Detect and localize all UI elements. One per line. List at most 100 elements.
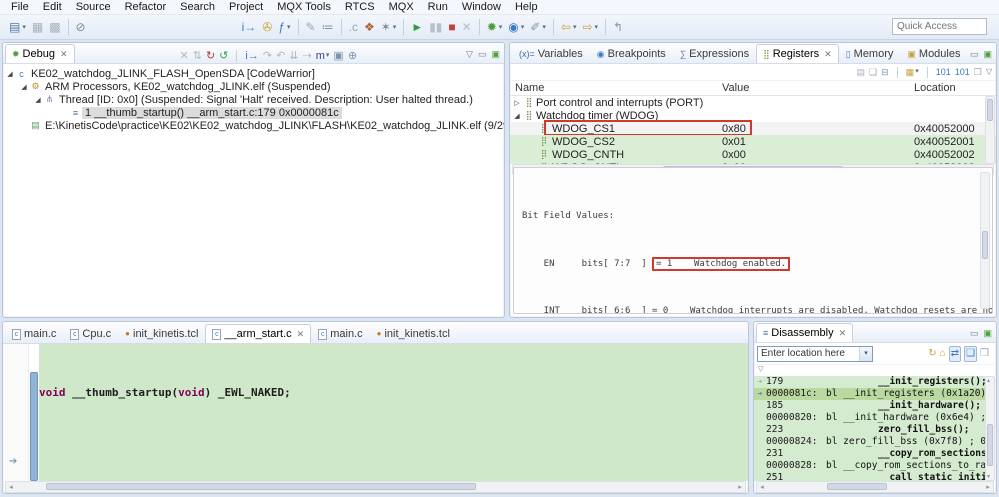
registers-vscrollbar[interactable] bbox=[985, 96, 995, 164]
close-icon[interactable]: ✕ bbox=[839, 328, 847, 339]
disassembly-listing[interactable]: ➔ 179 __init_registers(); ➔ 0000081c: bl… bbox=[754, 376, 985, 481]
toolbar-icon[interactable]: ❖ bbox=[361, 18, 378, 36]
disassembly-line[interactable]: 00000820: bl __init_hardware (0x6e4) ; 0 bbox=[754, 412, 985, 424]
minimize-icon[interactable]: ▭ bbox=[970, 49, 979, 60]
disassembly-toolbar-icon[interactable]: ❐ bbox=[980, 347, 989, 361]
maximize-icon[interactable]: ▣ bbox=[983, 328, 992, 339]
quick-access-input[interactable] bbox=[892, 18, 987, 35]
scroll-right-icon[interactable]: ▸ bbox=[735, 483, 745, 491]
view-tab[interactable]: ∑ Expressions bbox=[673, 44, 756, 63]
toolbar-icon[interactable]: ✶ ▾ bbox=[378, 18, 400, 36]
menu-item[interactable]: Edit bbox=[36, 0, 69, 15]
debug-toolbar-icon[interactable]: ✕ bbox=[180, 49, 189, 63]
editor-tab[interactable]: ● init_kinetis.tcl bbox=[370, 324, 457, 343]
maximize-icon[interactable]: ▣ bbox=[491, 49, 500, 60]
debug-tree-row[interactable]: ◢ ⚙ ARM Processors, KE02_watchdog_JLINK.… bbox=[3, 80, 504, 93]
register-row[interactable]: ▷ ⣿ Port control and interrupts (PORT) bbox=[510, 96, 996, 109]
view-tab[interactable]: ▯ Memory bbox=[839, 44, 901, 63]
menu-item[interactable]: Help bbox=[508, 0, 545, 15]
menu-item[interactable]: MQX bbox=[382, 0, 421, 15]
registers-toolbar-icon[interactable]: ▤ bbox=[857, 65, 866, 79]
disassembly-line[interactable]: 223 zero_fill_bss(); bbox=[754, 424, 985, 436]
registers-toolbar-icon[interactable]: ⊟ bbox=[881, 65, 889, 79]
breadcrumb-toggle[interactable]: ▽ bbox=[754, 365, 996, 375]
editor-tab[interactable]: ● init_kinetis.tcl bbox=[118, 324, 205, 343]
scroll-left-icon[interactable]: ◂ bbox=[757, 483, 767, 491]
debug-tree-row[interactable]: ▤ E:\KinetisCode\practice\KE02\KE02_watc… bbox=[3, 119, 504, 132]
debug-tree-row[interactable]: ◢ ⋔ Thread [ID: 0x0] (Suspended: Signal … bbox=[3, 93, 504, 106]
dropdown-arrow-icon[interactable]: ▾ bbox=[595, 23, 599, 31]
toolbar-icon[interactable]: ✐ ▾ bbox=[527, 18, 549, 36]
registers-toolbar-icon[interactable]: ❐ bbox=[974, 65, 982, 79]
registers-toolbar-icon[interactable]: ❏ bbox=[869, 65, 877, 79]
toolbar-icon[interactable]: ↰ bbox=[610, 18, 626, 36]
toolbar-icon[interactable]: ≔ bbox=[319, 18, 337, 36]
toolbar-icon[interactable]: ► bbox=[408, 18, 426, 36]
debug-toolbar-icon[interactable]: ▣ bbox=[333, 49, 343, 63]
minimize-icon[interactable]: ▭ bbox=[478, 49, 487, 60]
debug-toolbar-icon[interactable]: ↺ bbox=[219, 49, 228, 63]
debug-toolbar-icon[interactable]: ⇊ bbox=[289, 49, 298, 63]
tab-debug[interactable]: ✹ Debug ✕ bbox=[5, 44, 75, 63]
column-header-value[interactable]: Value bbox=[722, 82, 914, 94]
tree-expander-icon[interactable]: ◢ bbox=[5, 70, 15, 78]
scroll-thumb[interactable] bbox=[987, 424, 993, 466]
registers-toolbar-icon[interactable]: 101 bbox=[955, 65, 970, 79]
disassembly-line[interactable]: 185 __init_hardware(); bbox=[754, 400, 985, 412]
editor-tab[interactable]: c main.c bbox=[311, 324, 369, 343]
editor-tab[interactable]: c main.c bbox=[5, 324, 63, 343]
disassembly-hscrollbar[interactable]: ◂ ▸ bbox=[756, 481, 994, 493]
disassembly-toolbar-icon[interactable]: ⇄ bbox=[948, 345, 962, 362]
scroll-left-icon[interactable]: ◂ bbox=[6, 483, 16, 491]
view-menu-icon[interactable]: ▽ bbox=[986, 65, 992, 79]
toolbar-icon[interactable]: ✇ bbox=[259, 18, 275, 36]
disassembly-vscrollbar[interactable]: ▴ ▾ bbox=[985, 376, 995, 481]
menu-item[interactable]: Run bbox=[421, 0, 455, 15]
scroll-down-icon[interactable]: ▾ bbox=[987, 473, 990, 480]
scroll-right-icon[interactable]: ▸ bbox=[983, 483, 993, 491]
menu-item[interactable]: Source bbox=[69, 0, 118, 15]
dropdown-arrow-icon[interactable]: ▾ bbox=[287, 23, 291, 31]
bitpane-vscrollbar[interactable] bbox=[980, 172, 990, 309]
location-combo[interactable]: Enter location here ▾ bbox=[757, 345, 873, 362]
toolbar-icon[interactable]: i→ bbox=[239, 18, 260, 36]
debug-tree-row[interactable]: ≡ 1 __thumb_startup() __arm_start.c:179 … bbox=[3, 106, 504, 119]
scroll-thumb[interactable] bbox=[46, 483, 476, 490]
debug-toolbar-icon[interactable]: ⇢ bbox=[303, 49, 312, 63]
close-icon[interactable]: ✕ bbox=[297, 329, 305, 340]
maximize-icon[interactable]: ▣ bbox=[983, 49, 992, 60]
view-tab[interactable]: ▣ Modules bbox=[900, 44, 967, 63]
disassembly-line[interactable]: ➔ 0000081c: bl __init_registers (0x1a20)… bbox=[754, 388, 985, 400]
tree-expander-icon[interactable]: ▷ bbox=[512, 99, 522, 107]
scroll-up-icon[interactable]: ▴ bbox=[987, 377, 990, 384]
dropdown-arrow-icon[interactable]: ▾ bbox=[326, 49, 330, 63]
register-row[interactable]: ⡿ WDOG_CS2 0x01 0x40052001 bbox=[510, 135, 996, 148]
dropdown-arrow-icon[interactable]: ▾ bbox=[915, 65, 919, 79]
register-row[interactable]: ⡿ WDOG_CNTH 0x00 0x40052002 bbox=[510, 148, 996, 161]
minimize-icon[interactable]: ▭ bbox=[970, 328, 979, 339]
register-row[interactable]: ◢ ⣿ Watchdog timer (WDOG) bbox=[510, 109, 996, 122]
scroll-thumb[interactable] bbox=[987, 99, 993, 121]
disassembly-line[interactable]: 00000824: bl zero_fill_bss (0x7f8) ; 0 bbox=[754, 436, 985, 448]
toolbar-icon[interactable]: ⇦ ▾ bbox=[558, 18, 580, 36]
toolbar-icon[interactable]: ■ bbox=[445, 18, 458, 36]
menu-item[interactable]: MQX Tools bbox=[270, 0, 338, 15]
editor-gutter[interactable]: ➔ bbox=[3, 344, 29, 481]
dropdown-arrow-icon[interactable]: ▾ bbox=[22, 23, 26, 31]
disassembly-line[interactable]: 231 __copy_rom_sections_ bbox=[754, 448, 985, 460]
column-header-location[interactable]: Location bbox=[914, 82, 996, 94]
debug-toolbar-icon[interactable]: ⇅ bbox=[193, 49, 202, 63]
menu-item[interactable]: File bbox=[4, 0, 36, 15]
view-tab[interactable]: (x)= Variables bbox=[512, 44, 590, 63]
dropdown-arrow-icon[interactable]: ▾ bbox=[521, 23, 525, 31]
debug-toolbar-icon[interactable]: ⊕ bbox=[348, 49, 357, 63]
view-tab[interactable]: ◉ Breakpoints bbox=[590, 44, 673, 63]
scroll-thumb[interactable] bbox=[982, 231, 988, 259]
register-row[interactable]: ⡿ WDOG_CS1 0x80 0x40052000 bbox=[510, 120, 996, 136]
toolbar-icon[interactable]: ▮▮ bbox=[426, 18, 445, 36]
registers-toolbar-icon[interactable]: ▦ ▾ bbox=[906, 65, 919, 79]
disassembly-line[interactable]: ➔ 179 __init_registers(); bbox=[754, 376, 985, 388]
toolbar-icon[interactable]: ▦ bbox=[29, 18, 46, 36]
toolbar-icon[interactable]: ƒ ▾ bbox=[275, 18, 293, 36]
tree-expander-icon[interactable]: ◢ bbox=[512, 112, 522, 120]
